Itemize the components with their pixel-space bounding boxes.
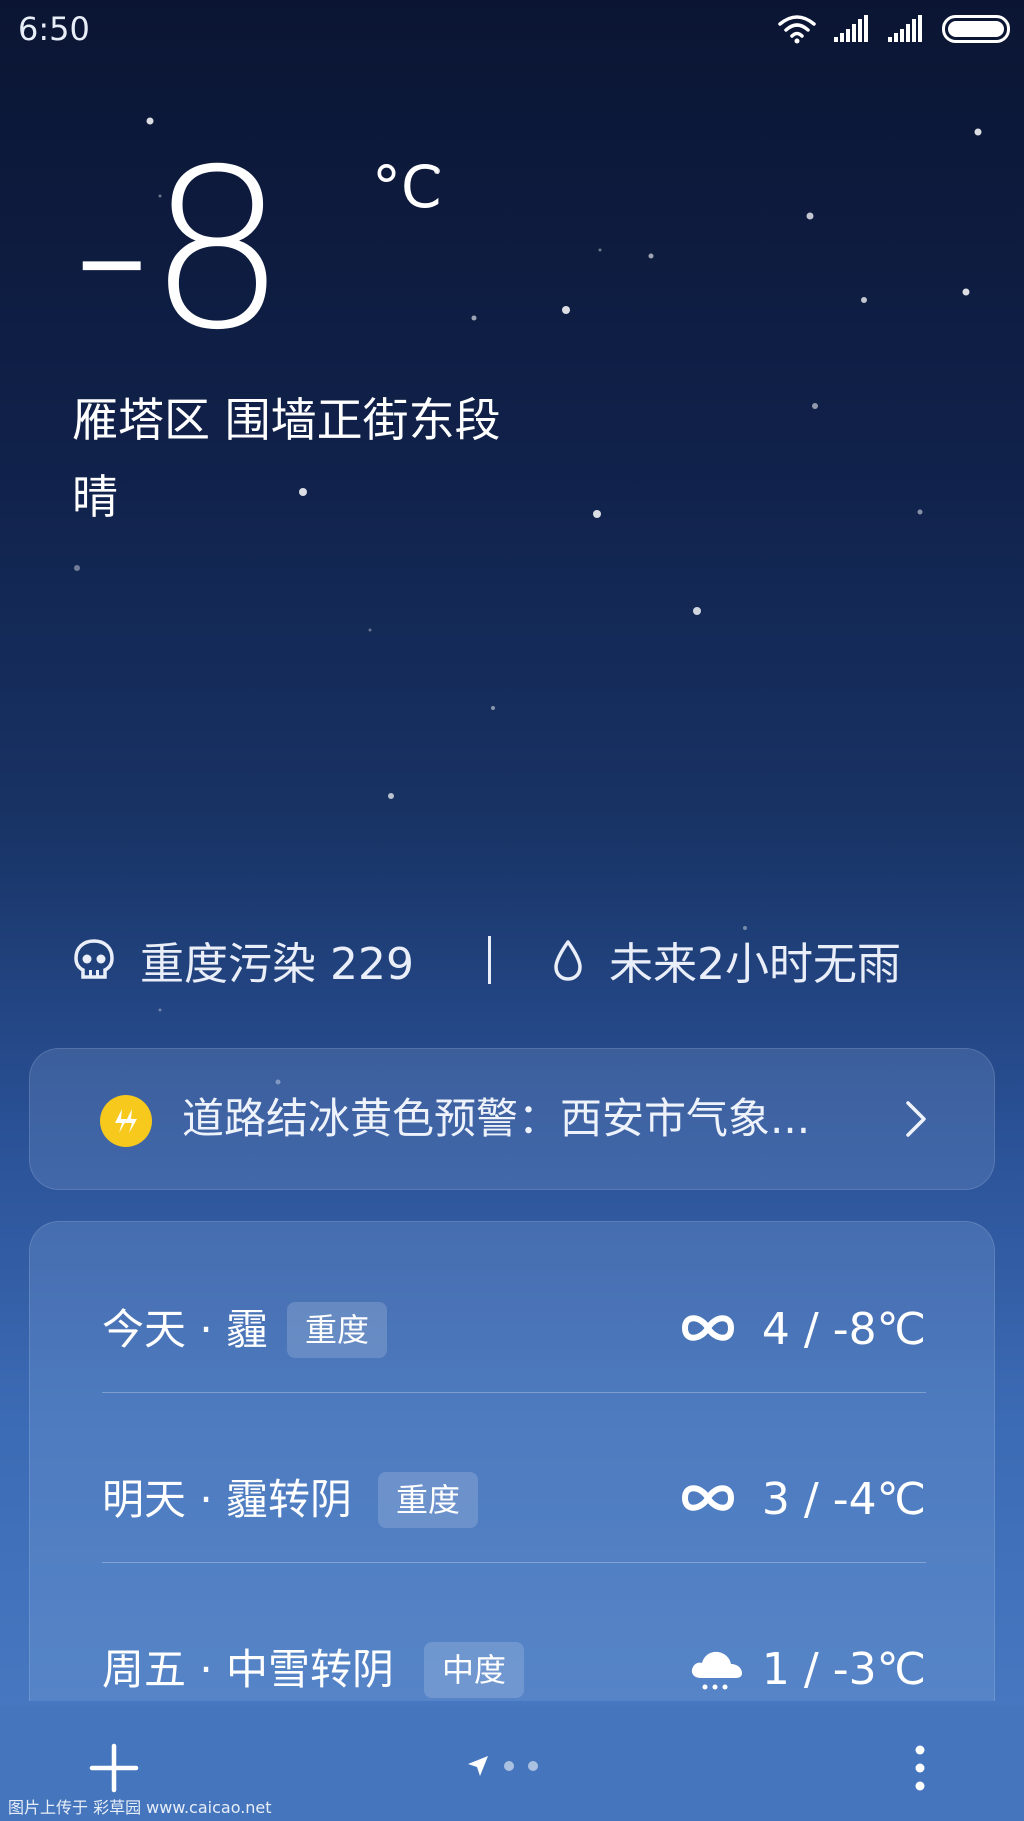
droplet-icon[interactable]: [551, 938, 585, 982]
temperature-value: -8: [72, 122, 287, 378]
location-arrow-icon: [468, 1756, 488, 1776]
forecast-day-label: 今天 · 霾: [102, 1305, 269, 1354]
page-indicator[interactable]: [466, 1754, 538, 1778]
weather-condition: 晴: [72, 470, 118, 524]
rain-text[interactable]: 未来2小时无雨: [609, 928, 901, 992]
forecast-row[interactable]: 周五 · 中雪转阴 中度 1 / -3℃: [102, 1620, 926, 1701]
alert-text: 道路结冰黄色预警：西安市气象...: [182, 1094, 811, 1143]
aqi-badge: 中度: [424, 1642, 525, 1698]
aqi-text[interactable]: 重度污染 229: [140, 928, 414, 992]
forecast-card: 今天 · 霾 重度 4 / -8℃ 明天 · 霾转阴 重度 3 / -4℃ 周五…: [29, 1221, 995, 1701]
haze-icon: [681, 1315, 735, 1341]
battery-icon: [942, 15, 1010, 43]
skull-icon[interactable]: [72, 938, 116, 982]
status-bar: 6:50: [0, 0, 1024, 58]
signal-icon: [834, 15, 868, 42]
forecast-row[interactable]: 今天 · 霾 重度 4 / -8℃: [102, 1280, 926, 1380]
aqi-badge: 重度: [378, 1472, 479, 1528]
forecast-divider: [102, 1562, 926, 1563]
forecast-divider: [102, 1392, 926, 1393]
wifi-icon: [778, 15, 816, 44]
plus-icon[interactable]: [88, 1742, 140, 1794]
forecast-row[interactable]: 明天 · 霾转阴 重度 3 / -4℃: [102, 1450, 926, 1550]
chevron-right-icon: [906, 1101, 926, 1137]
watermark-text: 图片上传于 彩草园 www.caicao.net: [8, 1798, 272, 1817]
aqi-badge: 重度: [287, 1302, 388, 1358]
weather-app: 6:50 -8 °C 雁塔区 围墙正街东段 晴 重度污染 229 未来2小时无雨…: [0, 0, 1024, 1821]
air-info-row: 重度污染 229 未来2小时无雨: [72, 928, 972, 992]
info-divider: [487, 936, 491, 984]
temp-range: 3 / -4℃: [761, 1474, 926, 1525]
temp-range: 1 / -3℃: [761, 1644, 926, 1695]
page-dot: [504, 1761, 514, 1771]
signal-icon: [888, 15, 922, 42]
temp-range: 4 / -8℃: [761, 1304, 926, 1355]
haze-icon: [681, 1485, 735, 1511]
more-vertical-icon[interactable]: [910, 1742, 930, 1794]
status-icons: [778, 14, 1010, 44]
temperature-unit: °C: [372, 153, 442, 221]
snow-cloud-icon: [691, 1651, 742, 1690]
page-dot: [528, 1761, 538, 1771]
forecast-day-label: 周五 · 中雪转阴: [102, 1645, 395, 1694]
forecast-day-label: 明天 · 霾转阴: [102, 1475, 353, 1524]
current-temperature: -8 °C: [72, 122, 442, 378]
weather-alert-card[interactable]: 道路结冰黄色预警：西安市气象...: [29, 1048, 995, 1190]
location-name: 雁塔区 围墙正街东段: [72, 393, 501, 447]
status-time: 6:50: [18, 10, 90, 48]
warning-bolt-icon: [100, 1095, 152, 1147]
